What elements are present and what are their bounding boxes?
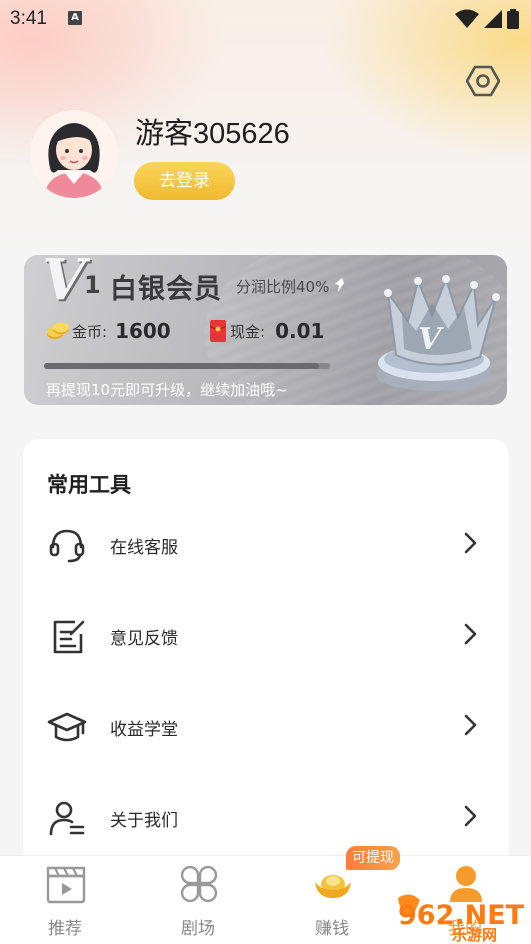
tab-earn[interactable]: 赚钱: [287, 864, 377, 939]
tab-theater[interactable]: 剧场: [153, 864, 243, 939]
sparkle-icon: [335, 278, 345, 292]
login-button[interactable]: 去登录: [134, 162, 235, 200]
girl-avatar-icon: [30, 110, 118, 198]
common-tools-panel: 常用工具 在线客服 意见反馈 收益学堂 关于我们: [23, 439, 509, 879]
tool-item-about-us[interactable]: 关于我们: [23, 786, 509, 846]
avatar[interactable]: [30, 110, 118, 198]
cash-info: 现金: 0.01: [210, 319, 324, 343]
chevron-right-icon: [464, 714, 477, 736]
feedback-edit-icon: [53, 620, 85, 654]
coins-info: 金币: 1600: [46, 319, 171, 343]
chevron-right-icon: [464, 805, 477, 827]
tool-item-earnings-school[interactable]: 收益学堂: [23, 695, 509, 755]
gold-coins-icon: [47, 322, 69, 339]
chevron-right-icon: [464, 532, 477, 554]
withdraw-badge: 可提现: [346, 846, 400, 870]
level-name: 白银会员: [110, 274, 222, 305]
cash-value: 0.01: [275, 319, 325, 343]
wifi-icon: [455, 9, 479, 28]
tab-recommend[interactable]: 推荐: [20, 864, 110, 939]
grid-petals-icon: [180, 865, 218, 903]
status-bar: 3:41 A: [0, 0, 531, 36]
upgrade-progress-fill: [44, 363, 319, 369]
user-list-icon: [49, 801, 85, 836]
signal-icon: [484, 10, 502, 28]
chevron-right-icon: [464, 623, 477, 645]
level-letter: V: [42, 255, 86, 313]
upgrade-progress-bar: [44, 363, 330, 369]
tools-title: 常用工具: [47, 473, 131, 497]
username: 游客305626: [135, 118, 290, 150]
tab-label: 赚钱: [315, 919, 349, 939]
site-watermark: 962.NET 乐游网: [392, 888, 531, 944]
svg-text:V: V: [418, 322, 444, 357]
coins-label: 金币:: [72, 322, 108, 341]
headset-icon: [49, 529, 85, 563]
profit-ratio-text: 分润比例40%: [236, 278, 330, 296]
coins-value: 1600: [115, 319, 171, 343]
cash-label: 现金:: [230, 322, 266, 341]
status-icons: [455, 9, 519, 29]
tool-label: 在线客服: [110, 538, 178, 558]
tool-label: 意见反馈: [110, 629, 178, 649]
level-number: 1: [84, 271, 101, 299]
tool-label: 关于我们: [110, 811, 178, 831]
graduation-cap-icon: [47, 712, 87, 742]
tool-label: 收益学堂: [110, 720, 178, 740]
battery-icon: [507, 9, 519, 29]
red-envelope-icon: [210, 320, 226, 342]
watermark-logo-icon: 962.NET 乐游网: [398, 894, 525, 944]
membership-card[interactable]: V 1 白银会员 分润比例40% 金币: 1600 现金: 0.01 再提现10…: [24, 255, 507, 405]
silver-crown-icon: V: [376, 275, 500, 391]
film-clapper-icon: [46, 866, 86, 904]
settings-gear-icon[interactable]: [466, 64, 500, 98]
upgrade-tip: 再提现10元即可升级，继续加油哦~: [46, 381, 288, 399]
tab-label: 推荐: [48, 919, 82, 939]
gold-ingot-icon: [315, 875, 351, 898]
status-time: 3:41: [10, 8, 47, 29]
notification-icon: A: [68, 11, 82, 25]
tab-label: 剧场: [181, 919, 215, 939]
tool-item-feedback[interactable]: 意见反馈: [23, 604, 509, 664]
tool-item-online-service[interactable]: 在线客服: [23, 513, 509, 573]
profit-ratio: 分润比例40%: [236, 276, 346, 297]
watermark-sub: 乐游网: [452, 926, 497, 944]
